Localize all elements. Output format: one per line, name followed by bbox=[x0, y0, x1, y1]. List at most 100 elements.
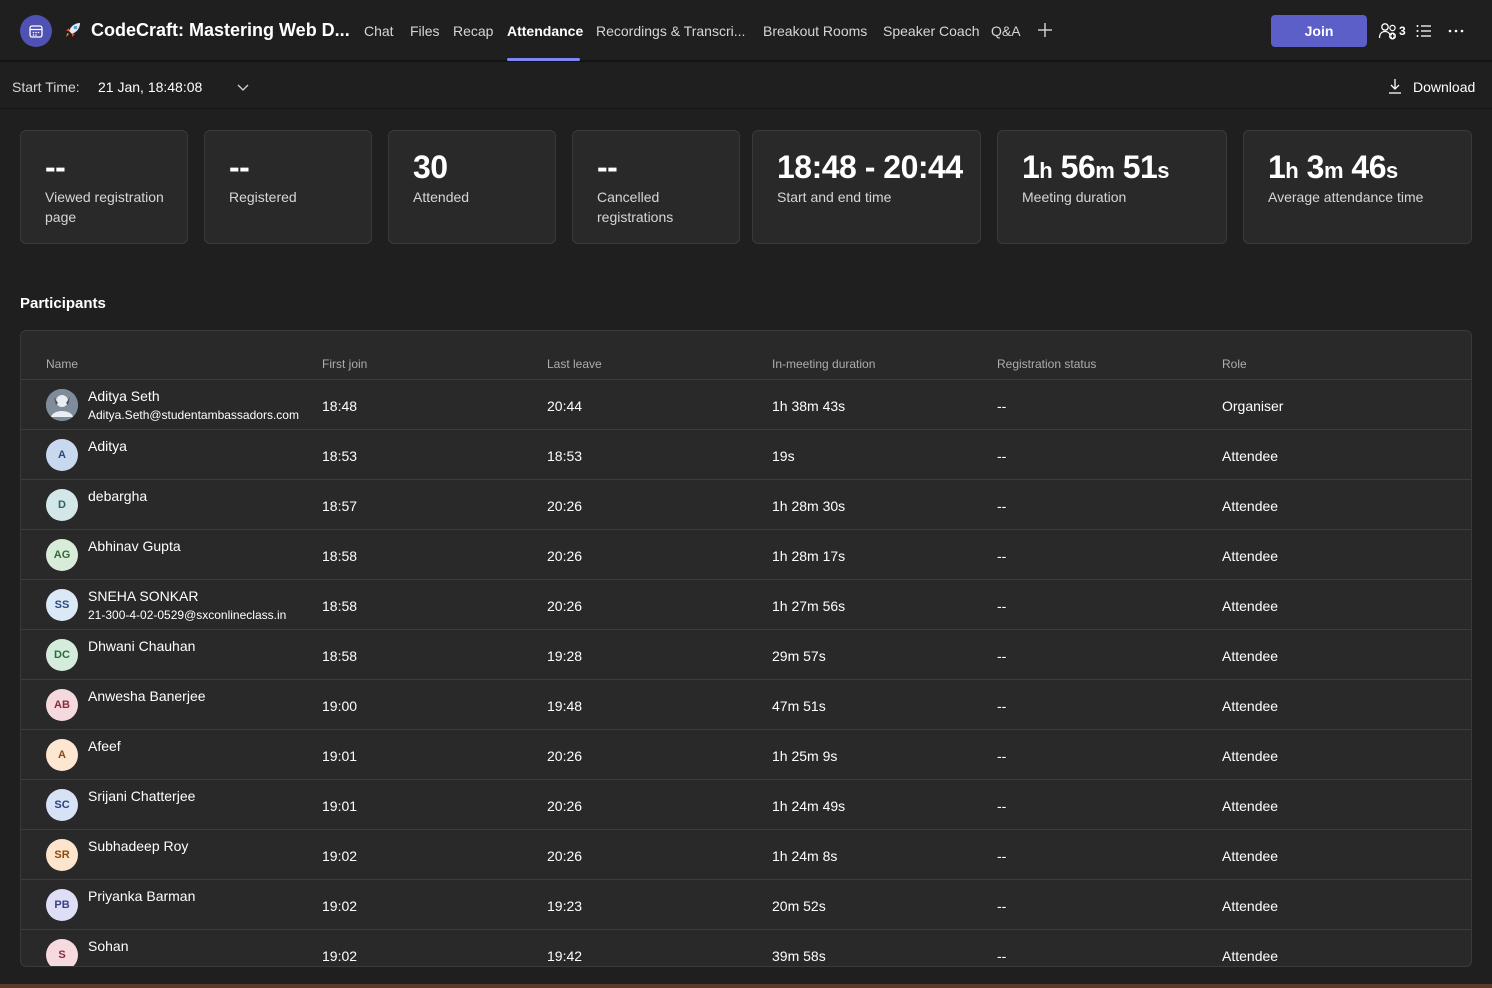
table-header: Name First join Last leave In-meeting du… bbox=[21, 331, 1471, 380]
participants-title: Participants bbox=[20, 295, 106, 312]
stat-label: Start and end time bbox=[777, 189, 892, 205]
add-tab-icon[interactable] bbox=[1036, 21, 1054, 39]
role-cell: Attendee bbox=[1222, 648, 1279, 664]
first-join-cell: 18:58 bbox=[322, 598, 358, 614]
participant-email: 21-300-4-02-0529@sxconlineclass.in bbox=[88, 608, 287, 622]
registration-status-cell: -- bbox=[997, 648, 1007, 664]
avatar: SC bbox=[46, 789, 78, 821]
more-options-icon[interactable] bbox=[1447, 22, 1465, 40]
table-row[interactable]: PB Priyanka Barman 19:02 19:23 20m 52s -- Atte… bbox=[21, 880, 1471, 930]
column-header-role[interactable]: Role bbox=[1222, 357, 1247, 371]
tab-breakout-rooms[interactable]: Breakout Rooms bbox=[763, 23, 867, 39]
last-leave-cell: 20:26 bbox=[547, 548, 583, 564]
participant-count: 3 bbox=[1399, 24, 1406, 38]
calendar-icon[interactable] bbox=[20, 15, 52, 47]
first-join-cell: 18:53 bbox=[322, 448, 358, 464]
tab-recordings[interactable]: Recordings & Transcri... bbox=[596, 23, 745, 39]
last-leave-cell: 20:26 bbox=[547, 748, 583, 764]
table-row[interactable]: SC Srijani Chatterjee 19:01 20:26 1h 24m 49s… bbox=[21, 780, 1471, 830]
last-leave-cell: 19:23 bbox=[547, 898, 583, 914]
last-leave-cell: 19:42 bbox=[547, 948, 583, 964]
start-time-dropdown[interactable]: 21 Jan, 18:48:08 bbox=[98, 79, 202, 95]
avatar: A bbox=[46, 739, 78, 771]
stat-value: -- bbox=[229, 149, 250, 185]
join-button[interactable]: Join bbox=[1271, 15, 1367, 47]
stat-value: 18:48 - 20:44 bbox=[777, 149, 963, 185]
tab-recap[interactable]: Recap bbox=[453, 23, 493, 39]
participant-email: Aditya.Seth@studentambassadors.com bbox=[88, 408, 299, 422]
table-row[interactable]: SS SNEHA SONKAR 21-300-4-02-0529@sxconline… bbox=[21, 580, 1471, 630]
tab-speaker-coach[interactable]: Speaker Coach bbox=[883, 23, 980, 39]
table-row[interactable]: Ddebargha 18:57 20:26 1h 28m 30s -- Attendee bbox=[21, 480, 1471, 530]
stat-card-start-end-time: 18:48 - 20:44 Start and end time bbox=[752, 130, 981, 244]
first-join-cell: 18:58 bbox=[322, 548, 358, 564]
last-leave-cell: 20:26 bbox=[547, 798, 583, 814]
table-row[interactable]: A Aditya 18:53 18:53 19s -- Attendee bbox=[21, 430, 1471, 480]
role-cell: Attendee bbox=[1222, 848, 1279, 864]
list-icon[interactable] bbox=[1415, 22, 1433, 40]
tab-attendance[interactable]: Attendance bbox=[507, 23, 583, 39]
download-icon[interactable] bbox=[1386, 77, 1404, 95]
registration-status-cell: -- bbox=[997, 598, 1007, 614]
first-join-cell: 18:57 bbox=[322, 498, 358, 514]
role-cell: Attendee bbox=[1222, 898, 1279, 914]
duration-cell: 29m 57s bbox=[772, 648, 826, 664]
tab-chat[interactable]: Chat bbox=[364, 23, 394, 39]
attendance-toolbar: Start Time: 21 Jan, 18:48:08 Download bbox=[0, 62, 1492, 109]
first-join-cell: 19:02 bbox=[322, 898, 358, 914]
last-leave-cell: 20:26 bbox=[547, 848, 583, 864]
stat-card-average-attendance: 1h 3m 46s Average attendance time bbox=[1243, 130, 1472, 244]
rocket-icon bbox=[66, 23, 80, 37]
duration-cell: 39m 58s bbox=[772, 948, 826, 964]
duration-cell: 1h 25m 9s bbox=[772, 748, 838, 764]
table-row[interactable]: AG Abhinav Gupta 18:58 20:26 1h 28m 17s -- Att… bbox=[21, 530, 1471, 580]
registration-status-cell: -- bbox=[997, 548, 1007, 564]
participant-name: Abhinav Gupta bbox=[88, 538, 181, 554]
registration-status-cell: -- bbox=[997, 498, 1007, 514]
first-join-cell: 18:58 bbox=[322, 648, 358, 664]
table-row[interactable]: A Afeef 19:01 20:26 1h 25m 9s -- Attendee bbox=[21, 730, 1471, 780]
first-join-cell: 19:01 bbox=[322, 748, 358, 764]
meeting-title: CodeCraft: Mastering Web D... bbox=[91, 20, 350, 40]
avatar: D bbox=[46, 489, 78, 521]
stat-value: 30 bbox=[413, 149, 448, 185]
participant-name: Aditya Seth bbox=[88, 388, 160, 404]
participants-table: Name First join Last leave In-meeting du… bbox=[20, 330, 1472, 967]
column-header-last-leave[interactable]: Last leave bbox=[547, 357, 602, 371]
registration-status-cell: -- bbox=[997, 898, 1007, 914]
registration-status-cell: -- bbox=[997, 448, 1007, 464]
last-leave-cell: 20:26 bbox=[547, 598, 583, 614]
avatar: SR bbox=[46, 839, 78, 871]
role-cell: Organiser bbox=[1222, 398, 1284, 414]
participant-name: Dhwani Chauhan bbox=[88, 638, 196, 654]
last-leave-cell: 19:48 bbox=[547, 698, 583, 714]
tab-files[interactable]: Files bbox=[410, 23, 440, 39]
participant-name: Afeef bbox=[88, 738, 121, 754]
table-row[interactable]: AB Anwesha Banerjee 19:00 19:48 47m 51s -- Att… bbox=[21, 680, 1471, 730]
stat-value: -- bbox=[45, 149, 66, 185]
participant-name: Priyanka Barman bbox=[88, 888, 196, 904]
avatar: A bbox=[46, 439, 78, 471]
avatar: SS bbox=[46, 589, 78, 621]
duration-cell: 1h 24m 8s bbox=[772, 848, 838, 864]
column-header-duration[interactable]: In-meeting duration bbox=[772, 357, 875, 371]
people-icon[interactable] bbox=[1378, 21, 1400, 41]
column-header-registration-status[interactable]: Registration status bbox=[997, 357, 1096, 371]
participant-name: SNEHA SONKAR bbox=[88, 588, 199, 604]
column-header-name[interactable]: Name bbox=[46, 357, 78, 371]
stat-label: Registered bbox=[229, 189, 297, 205]
table-row[interactable]: DC Dhwani Chauhan 18:58 19:28 29m 57s -- Atten… bbox=[21, 630, 1471, 680]
stat-card-meeting-duration: 1h 56m 51s Meeting duration bbox=[997, 130, 1227, 244]
table-row[interactable]: Aditya Seth Aditya.Seth@studentambassador… bbox=[21, 380, 1471, 430]
role-cell: Attendee bbox=[1222, 748, 1279, 764]
chevron-down-icon[interactable] bbox=[236, 80, 250, 94]
table-row[interactable]: S Sohan 19:02 19:42 39m 58s -- Attendee bbox=[21, 930, 1471, 966]
avatar-photo bbox=[46, 389, 78, 421]
registration-status-cell: -- bbox=[997, 698, 1007, 714]
column-header-first-join[interactable]: First join bbox=[322, 357, 367, 371]
download-button[interactable]: Download bbox=[1413, 79, 1475, 95]
stat-label: Average attendance time bbox=[1268, 189, 1424, 205]
first-join-cell: 19:02 bbox=[322, 948, 358, 964]
tab-qa[interactable]: Q&A bbox=[991, 23, 1021, 39]
table-row[interactable]: SR Subhadeep Roy 19:02 20:26 1h 24m 8s -- Atte… bbox=[21, 830, 1471, 880]
